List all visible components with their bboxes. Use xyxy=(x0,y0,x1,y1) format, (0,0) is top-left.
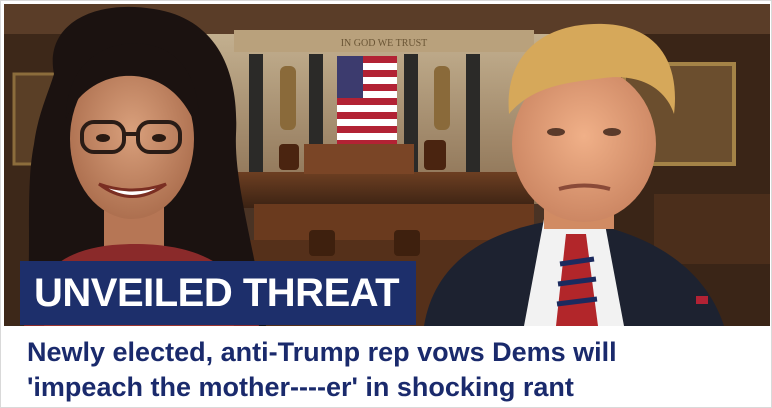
kicker-banner: UNVEILED THREAT xyxy=(20,261,416,325)
headline-line-2: 'impeach the mother----er' in shocking r… xyxy=(27,372,574,402)
news-card[interactable]: IN GOD WE TRUST UNVEILED THREAT Newly el… xyxy=(0,0,772,408)
headline-link[interactable]: Newly elected, anti-Trump rep vows Dems … xyxy=(27,335,757,405)
chamber-inscription: IN GOD WE TRUST xyxy=(341,38,428,49)
headline-line-1: Newly elected, anti-Trump rep vows Dems … xyxy=(27,337,617,367)
hero-image[interactable]: IN GOD WE TRUST UNVEILED THREAT xyxy=(4,4,770,326)
flag-graphic xyxy=(337,56,397,146)
kicker-text: UNVEILED THREAT xyxy=(34,270,400,315)
